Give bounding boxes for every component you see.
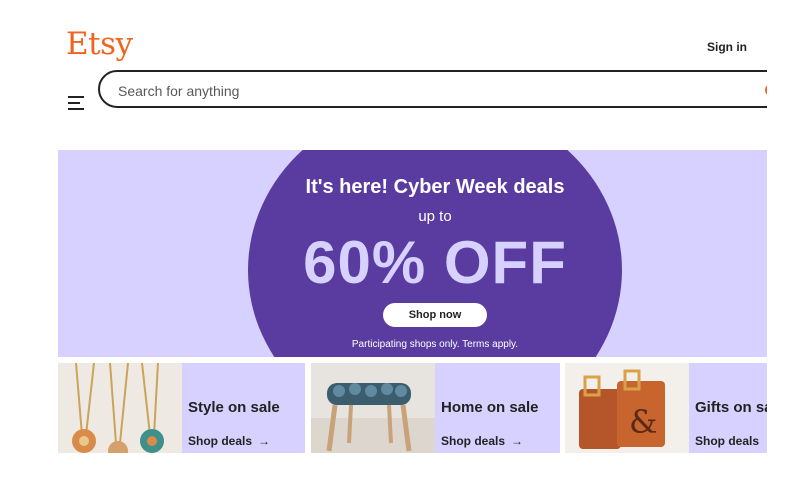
svg-text:&: & xyxy=(629,403,657,441)
jewelry-image xyxy=(58,363,182,453)
stool-image xyxy=(311,363,435,453)
banner-headline: 60% OFF xyxy=(303,229,567,296)
arrow-right-icon: → xyxy=(511,434,524,448)
card-title: Style on sale xyxy=(188,399,280,416)
etsy-logo[interactable]: Etsy xyxy=(66,26,133,62)
banner-subtitle: up to xyxy=(418,208,452,225)
deal-card-gifts[interactable]: & Gifts on sale Shop deals → xyxy=(565,363,767,453)
sign-in-link[interactable]: Sign in xyxy=(707,40,747,54)
shop-deals-label: Shop deals xyxy=(695,434,760,448)
shop-now-button[interactable]: Shop now xyxy=(383,303,487,327)
viewport-edge xyxy=(767,60,800,120)
arrow-right-icon: → xyxy=(258,434,271,448)
menu-icon[interactable] xyxy=(68,96,86,110)
shop-deals-link[interactable]: Shop deals → xyxy=(441,434,523,448)
arrow-right-icon: → xyxy=(765,434,767,448)
card-title: Gifts on sale xyxy=(695,399,767,416)
shop-deals-link[interactable]: Shop deals → xyxy=(188,434,270,448)
banner-fine-print: Participating shops only. Terms apply. xyxy=(351,339,519,350)
card-title: Home on sale xyxy=(441,399,539,416)
cyber-week-banner[interactable]: It's here! Cyber Week deals up to 60% OF… xyxy=(58,150,767,357)
deal-card-style[interactable]: Style on sale Shop deals → xyxy=(58,363,305,453)
luggage-tag-image: & xyxy=(565,363,689,453)
banner-title: It's here! Cyber Week deals xyxy=(305,176,565,198)
shop-deals-label: Shop deals xyxy=(441,434,506,448)
shop-deals-link[interactable]: Shop deals → xyxy=(695,434,767,448)
deal-card-home[interactable]: Home on sale Shop deals → xyxy=(311,363,560,453)
search-input[interactable] xyxy=(116,80,720,102)
search-bar xyxy=(98,70,800,108)
shop-deals-label: Shop deals xyxy=(188,434,253,448)
